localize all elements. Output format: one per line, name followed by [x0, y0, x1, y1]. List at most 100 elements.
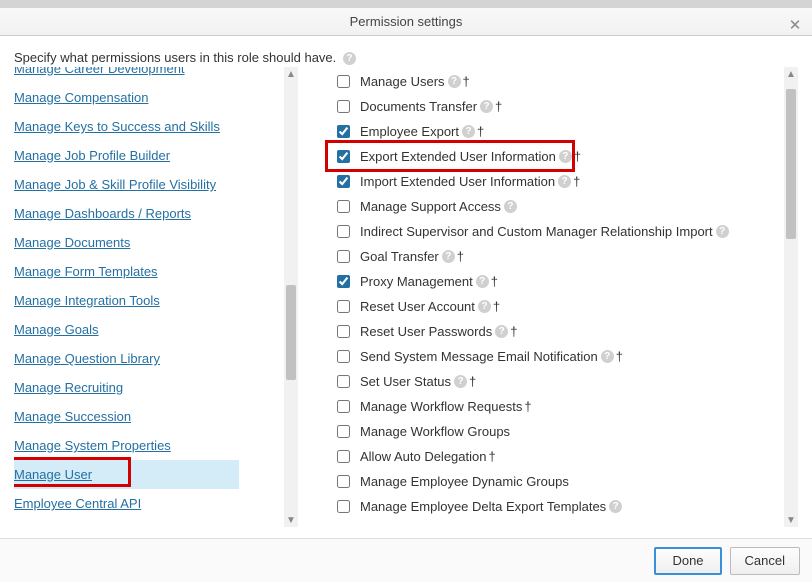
scroll-down-icon[interactable]: ▼ [284, 513, 298, 527]
scroll-thumb[interactable] [286, 285, 296, 380]
help-icon[interactable]: ? [480, 100, 493, 113]
category-item[interactable]: Manage Dashboards / Reports [14, 199, 311, 228]
help-icon[interactable]: ? [716, 225, 729, 238]
permission-checkbox[interactable] [337, 450, 350, 463]
category-item[interactable]: Manage System Properties [14, 431, 311, 460]
help-icon[interactable]: ? [448, 75, 461, 88]
permission-checkbox[interactable] [337, 350, 350, 363]
permission-checkbox[interactable] [337, 300, 350, 313]
category-item[interactable]: Manage Keys to Success and Skills [14, 112, 311, 141]
dagger-icon: † [488, 449, 495, 464]
right-scrollbar[interactable]: ▲ ▼ [784, 67, 798, 527]
category-link[interactable]: Manage Job Profile Builder [14, 141, 311, 170]
help-icon[interactable]: ? [454, 375, 467, 388]
category-item[interactable]: Manage Integration Tools [14, 286, 311, 315]
cancel-button[interactable]: Cancel [730, 547, 800, 575]
permission-checkbox[interactable] [337, 375, 350, 388]
category-link[interactable]: Manage Integration Tools [14, 286, 311, 315]
permission-checkbox[interactable] [337, 225, 350, 238]
scroll-up-icon[interactable]: ▲ [784, 67, 798, 81]
permission-row: Goal Transfer?† [337, 244, 798, 269]
permission-label: Manage Workflow Requests [360, 399, 522, 414]
category-link[interactable]: Manage Career Development [14, 67, 311, 83]
permission-row: Manage Employee Delta Export Templates? [337, 494, 798, 519]
permission-checkbox[interactable] [337, 325, 350, 338]
category-item[interactable]: Manage Documents [14, 228, 311, 257]
permission-row: Allow Auto Delegation† [337, 444, 798, 469]
done-button[interactable]: Done [654, 547, 721, 575]
category-item[interactable]: Manage Question Library [14, 344, 311, 373]
category-link[interactable]: Manage Job & Skill Profile Visibility [14, 170, 311, 199]
permission-row: Manage Support Access? [337, 194, 798, 219]
permission-row: Indirect Supervisor and Custom Manager R… [337, 219, 798, 244]
category-item[interactable]: Manage Job Profile Builder [14, 141, 311, 170]
permission-label: Allow Auto Delegation [360, 449, 486, 464]
category-link[interactable]: Manage Recruiting [14, 373, 311, 402]
help-icon[interactable]: ? [609, 500, 622, 513]
category-item[interactable]: Manage Form Templates [14, 257, 311, 286]
permission-row: Send System Message Email Notification?† [337, 344, 798, 369]
permission-row: Reset User Passwords?† [337, 319, 798, 344]
dagger-icon: † [477, 124, 484, 139]
category-item[interactable]: Employee Central API [14, 489, 311, 518]
category-panel: Manage Career DevelopmentManage Compensa… [14, 67, 311, 527]
category-item[interactable]: Manage Job & Skill Profile Visibility [14, 170, 311, 199]
help-icon[interactable]: ? [601, 350, 614, 363]
permission-checkbox[interactable] [337, 150, 350, 163]
permission-checkbox[interactable] [337, 400, 350, 413]
help-icon[interactable]: ? [478, 300, 491, 313]
help-icon[interactable]: ? [343, 52, 356, 65]
category-item[interactable]: Manage Compensation [14, 83, 311, 112]
category-item[interactable]: Manage User [14, 460, 239, 489]
dialog-body: Specify what permissions users in this r… [0, 36, 812, 527]
permission-row: Documents Transfer?† [337, 94, 798, 119]
dagger-icon: † [573, 174, 580, 189]
scroll-up-icon[interactable]: ▲ [284, 67, 298, 81]
scroll-thumb[interactable] [786, 89, 796, 239]
help-icon[interactable]: ? [442, 250, 455, 263]
permission-label: Manage Workflow Groups [360, 424, 510, 439]
category-item[interactable]: Manage Career Development [14, 67, 311, 83]
category-item[interactable]: Manage Goals [14, 315, 311, 344]
category-link[interactable]: Manage Dashboards / Reports [14, 199, 311, 228]
permission-row: Export Extended User Information?† [337, 144, 798, 169]
category-link[interactable]: Manage Compensation [14, 83, 311, 112]
category-link[interactable]: Manage Keys to Success and Skills [14, 112, 311, 141]
category-link[interactable]: Manage Form Templates [14, 257, 311, 286]
category-link[interactable]: Manage Question Library [14, 344, 311, 373]
permission-checkbox[interactable] [337, 125, 350, 138]
permission-checkbox[interactable] [337, 475, 350, 488]
category-item[interactable]: Manage Recruiting [14, 373, 311, 402]
permission-checkbox[interactable] [337, 75, 350, 88]
category-link[interactable]: Manage Succession [14, 402, 311, 431]
dagger-icon: † [495, 99, 502, 114]
dagger-icon: † [457, 249, 464, 264]
help-icon[interactable]: ? [462, 125, 475, 138]
permission-checkbox[interactable] [337, 200, 350, 213]
permission-row: Manage Users?† [337, 69, 798, 94]
category-link[interactable]: Manage System Properties [14, 431, 311, 460]
permission-row: Proxy Management?† [337, 269, 798, 294]
help-icon[interactable]: ? [504, 200, 517, 213]
category-link[interactable]: Employee Central API [14, 489, 311, 518]
permission-checkbox[interactable] [337, 100, 350, 113]
category-link[interactable]: Manage User [14, 460, 239, 489]
permission-checkbox[interactable] [337, 175, 350, 188]
category-link[interactable]: Manage Goals [14, 315, 311, 344]
permission-checkbox[interactable] [337, 500, 350, 513]
dialog-footer: Done Cancel [0, 538, 812, 582]
permission-checkbox[interactable] [337, 250, 350, 263]
category-item[interactable]: Manage Succession [14, 402, 311, 431]
scroll-down-icon[interactable]: ▼ [784, 513, 798, 527]
close-icon[interactable]: ✕ [786, 12, 804, 30]
permission-checkbox[interactable] [337, 275, 350, 288]
help-icon[interactable]: ? [559, 150, 572, 163]
instruction-label: Specify what permissions users in this r… [14, 50, 336, 65]
category-link[interactable]: Manage Documents [14, 228, 311, 257]
help-icon[interactable]: ? [495, 325, 508, 338]
help-icon[interactable]: ? [558, 175, 571, 188]
help-icon[interactable]: ? [476, 275, 489, 288]
dialog-title: Permission settings [350, 14, 463, 29]
left-scrollbar[interactable]: ▲ ▼ [284, 67, 298, 527]
permission-checkbox[interactable] [337, 425, 350, 438]
